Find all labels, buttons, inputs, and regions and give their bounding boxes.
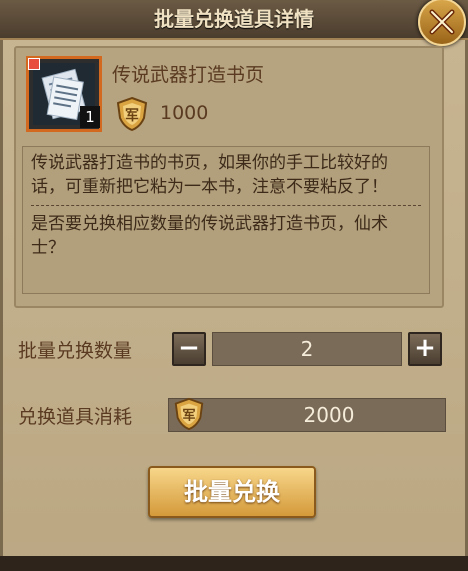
item-name: 传说武器打造书页 bbox=[112, 64, 265, 86]
item-description-box: 传说武器打造书的书页，如果你的手工比较好的话，可重新把它粘为一本书，注意不要粘反… bbox=[22, 146, 430, 294]
decrease-quantity-button[interactable]: − bbox=[172, 332, 206, 366]
close-button[interactable] bbox=[418, 0, 466, 46]
quantity-label: 批量兑换数量 bbox=[18, 340, 133, 362]
quantity-input[interactable]: 2 bbox=[212, 332, 402, 366]
confirm-prompt-text: 是否要兑换相应数量的传说武器打造书页，仙术士？ bbox=[31, 214, 388, 258]
plus-icon: + bbox=[414, 333, 436, 363]
increase-quantity-button[interactable]: + bbox=[408, 332, 442, 366]
cost-label: 兑换道具消耗 bbox=[18, 406, 133, 428]
item-quantity-badge: 1 bbox=[80, 106, 100, 128]
cost-currency-icon: 军 bbox=[174, 397, 204, 431]
item-price: 1000 bbox=[160, 102, 209, 124]
dialog-title: 批量兑换道具详情 bbox=[154, 7, 314, 31]
svg-text:军: 军 bbox=[125, 108, 139, 124]
dashed-divider bbox=[31, 205, 421, 206]
bronze-shield-badge-icon: 军 bbox=[116, 96, 148, 132]
bottom-edge bbox=[0, 556, 468, 571]
item-description-text: 传说武器打造书的书页，如果你的手工比较好的话，可重新把它粘为一本书，注意不要粘反… bbox=[31, 153, 388, 197]
bound-marker-icon bbox=[28, 58, 40, 70]
minus-icon: − bbox=[178, 333, 200, 363]
cost-value: 2000 bbox=[303, 403, 355, 427]
exchange-dialog: 批量兑换道具详情 1 传说武器打造书页 军 1000 传说武器打造书的书页，如果… bbox=[0, 0, 468, 571]
batch-exchange-button[interactable]: 批量兑换 bbox=[148, 466, 316, 518]
svg-text:军: 军 bbox=[182, 408, 195, 424]
close-icon bbox=[429, 9, 455, 35]
